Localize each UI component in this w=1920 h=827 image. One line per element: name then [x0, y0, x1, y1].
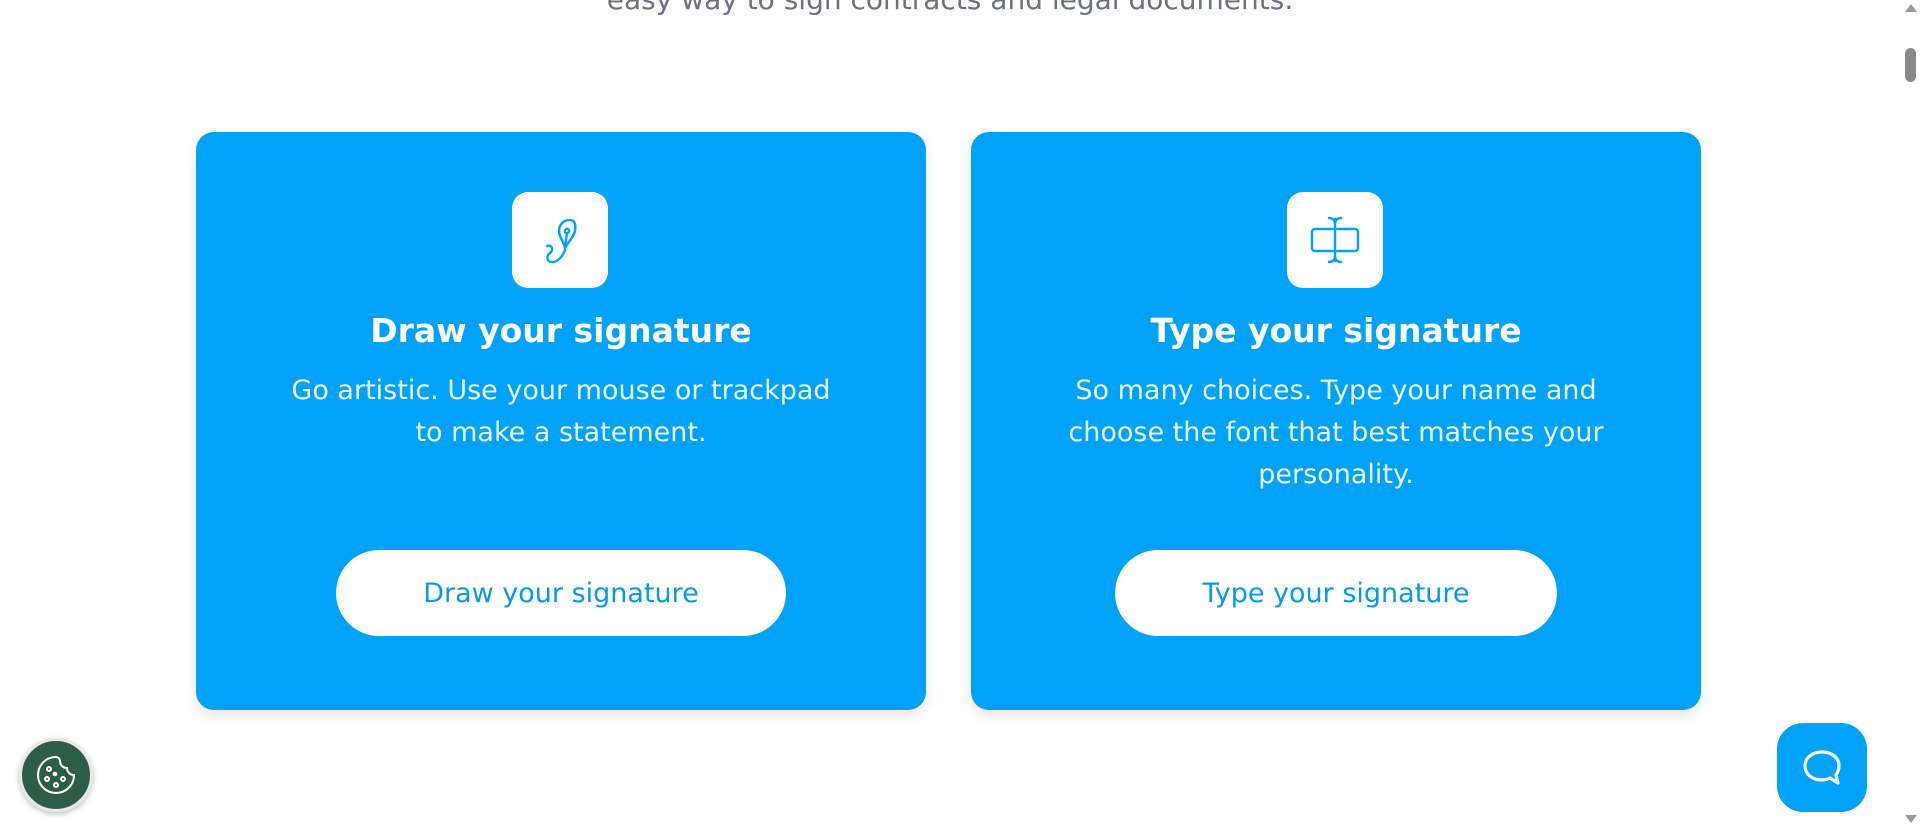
- cookie-icon: [36, 755, 76, 795]
- page: easy way to sign contracts and legal doc…: [0, 0, 1920, 827]
- draw-pen-icon: [545, 218, 577, 264]
- draw-card-description: Go artistic. Use your mouse or trackpad …: [291, 375, 831, 448]
- vertical-scrollbar[interactable]: [1900, 0, 1920, 827]
- draw-card-title: Draw your signature: [370, 311, 752, 350]
- text-cursor-icon: [1310, 216, 1360, 264]
- scrollbar-thumb[interactable]: [1905, 48, 1916, 82]
- draw-signature-button[interactable]: Draw your signature: [336, 550, 786, 636]
- draw-icon-box: [512, 192, 608, 288]
- chat-bubble-icon: [1803, 749, 1841, 785]
- draw-signature-card: Draw your signature Go artistic. Use you…: [196, 132, 926, 710]
- type-icon-box: [1287, 192, 1383, 288]
- cookie-settings-button[interactable]: [19, 738, 93, 812]
- type-card-title: Type your signature: [1150, 311, 1522, 350]
- type-signature-button[interactable]: Type your signature: [1115, 550, 1557, 636]
- scroll-up-arrow-icon[interactable]: [1905, 4, 1917, 12]
- page-subtitle: easy way to sign contracts and legal doc…: [0, 0, 1900, 17]
- scroll-down-arrow-icon[interactable]: [1905, 815, 1917, 823]
- type-signature-card: Type your signature So many choices. Typ…: [971, 132, 1701, 710]
- type-card-description: So many choices. Type your name and choo…: [1068, 375, 1604, 490]
- chat-support-button[interactable]: [1777, 723, 1867, 812]
